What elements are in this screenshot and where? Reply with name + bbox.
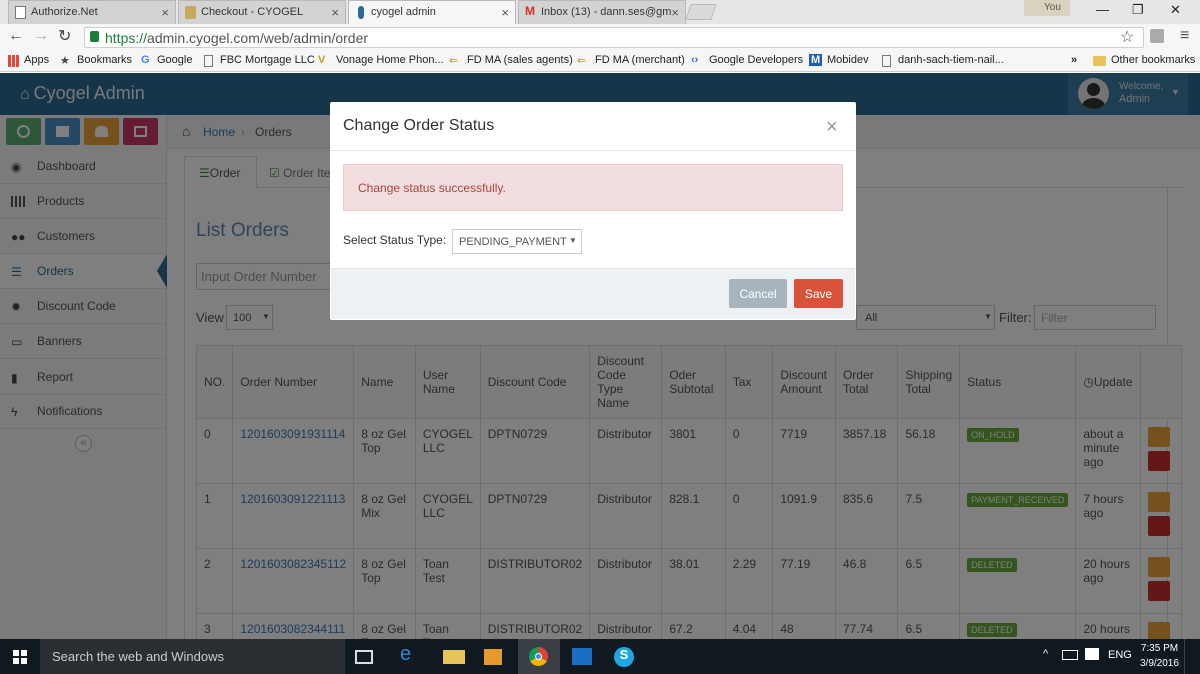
bookmark-vonage[interactable]: Vonage Home Phon... — [336, 54, 444, 66]
reload-icon[interactable]: ↻ — [58, 26, 71, 46]
page-icon — [204, 55, 213, 67]
google-icon: G — [141, 54, 150, 66]
chrome-taskbar-button[interactable] — [518, 639, 560, 674]
favicon-icon — [358, 6, 364, 19]
caret-down-icon: ▼ — [569, 236, 577, 245]
folder-icon — [1093, 56, 1106, 66]
bookmarks-bar: Apps ★ Bookmarks G Google FBC Mortgage L… — [0, 50, 1200, 72]
bookmark-mobidev[interactable]: Mobidev — [827, 54, 869, 66]
google-developers-icon: ‹› — [691, 54, 699, 66]
star-icon[interactable]: ☆ — [1120, 27, 1134, 47]
success-alert: Change status successfully. — [343, 164, 843, 211]
bookmark-fd-sales[interactable]: FD MA (sales agents) — [467, 54, 573, 66]
extension-icon[interactable] — [1150, 29, 1164, 43]
browser-tab-authorize[interactable]: Authorize.Net × — [8, 0, 176, 24]
gmail-icon: M — [525, 4, 535, 18]
bookmark-fbc[interactable]: FBC Mortgage LLC — [220, 54, 315, 66]
cancel-button[interactable]: Cancel — [729, 279, 787, 308]
browser-tab-inbox[interactable]: M Inbox (13) - dann.ses@gm × — [518, 0, 686, 24]
minimize-icon[interactable]: — — [1096, 2, 1109, 17]
close-window-icon[interactable]: ✕ — [1170, 2, 1181, 18]
taskbar-search[interactable]: Search the web and Windows — [40, 639, 345, 674]
address-toolbar: ← → ↻ https://admin.cyogel.com/web/admin… — [0, 24, 1200, 50]
taskbar-clock[interactable]: 7:35 PM 3/9/2016 — [1140, 641, 1179, 671]
save-button[interactable]: Save — [794, 279, 843, 308]
page-icon — [882, 55, 891, 67]
task-view-icon[interactable] — [355, 650, 373, 664]
outlook-icon[interactable] — [572, 648, 592, 665]
show-desktop-button[interactable] — [1184, 639, 1200, 674]
bookmarks-more[interactable]: » — [1071, 54, 1077, 66]
page-icon — [15, 6, 26, 19]
browser-tab-bar: Authorize.Net × Checkout - CYOGEL × cyog… — [0, 0, 1200, 24]
menu-icon[interactable]: ≡ — [1180, 27, 1189, 45]
bookmark-google[interactable]: Google — [157, 54, 192, 66]
bookmark-apps[interactable]: Apps — [24, 54, 49, 66]
file-explorer-icon[interactable] — [443, 650, 465, 664]
bookmark-danh-sach[interactable]: danh-sach-tiem-nail... — [898, 54, 1004, 66]
fd-icon: ⇐ — [449, 55, 459, 67]
browser-tab-cyogel-admin[interactable]: cyogel admin × — [348, 0, 516, 24]
edge-icon[interactable]: e — [400, 643, 422, 665]
close-icon[interactable]: × — [501, 5, 509, 20]
close-icon[interactable]: × — [331, 5, 339, 20]
modal-title: Change Order Status — [343, 117, 495, 134]
restore-icon[interactable]: ❐ — [1132, 2, 1144, 18]
close-icon[interactable]: × — [671, 5, 679, 20]
fd-icon: ⇐ — [577, 55, 587, 67]
close-icon[interactable]: × — [161, 5, 169, 20]
skype-icon[interactable]: S — [614, 647, 634, 667]
media-player-icon[interactable] — [484, 649, 502, 665]
bookmark-other[interactable]: Other bookmarks — [1111, 54, 1195, 66]
vonage-icon: V — [318, 54, 326, 66]
lock-icon — [90, 31, 99, 42]
mobidev-icon: M — [809, 54, 823, 66]
url-bar[interactable]: https://admin.cyogel.com/web/admin/order — [84, 27, 1144, 48]
modal-divider — [330, 150, 856, 151]
close-icon[interactable]: × — [826, 116, 838, 139]
windows-start-icon[interactable] — [13, 650, 27, 664]
notification-center-icon[interactable] — [1085, 648, 1099, 660]
bookmark-bookmarks[interactable]: Bookmarks — [77, 54, 132, 66]
chevron-up-icon[interactable]: ^ — [1043, 648, 1048, 660]
bookmark-fd-merchant[interactable]: FD MA (merchant) — [595, 54, 685, 66]
favicon-icon — [185, 6, 196, 19]
apps-grid-icon — [8, 55, 20, 67]
status-type-label: Select Status Type: — [343, 233, 447, 247]
language-indicator[interactable]: ENG — [1108, 649, 1132, 661]
forward-icon[interactable]: → — [33, 27, 49, 45]
star-icon: ★ — [60, 55, 70, 67]
bookmark-google-developers[interactable]: Google Developers — [709, 54, 803, 66]
browser-tab-checkout[interactable]: Checkout - CYOGEL × — [178, 0, 346, 24]
back-icon[interactable]: ← — [8, 27, 24, 45]
profile-badge[interactable]: You — [1024, 0, 1070, 16]
status-type-select[interactable]: PENDING_PAYMENT ▼ — [452, 229, 582, 254]
battery-icon[interactable] — [1062, 650, 1078, 660]
new-tab-button[interactable] — [685, 4, 717, 20]
